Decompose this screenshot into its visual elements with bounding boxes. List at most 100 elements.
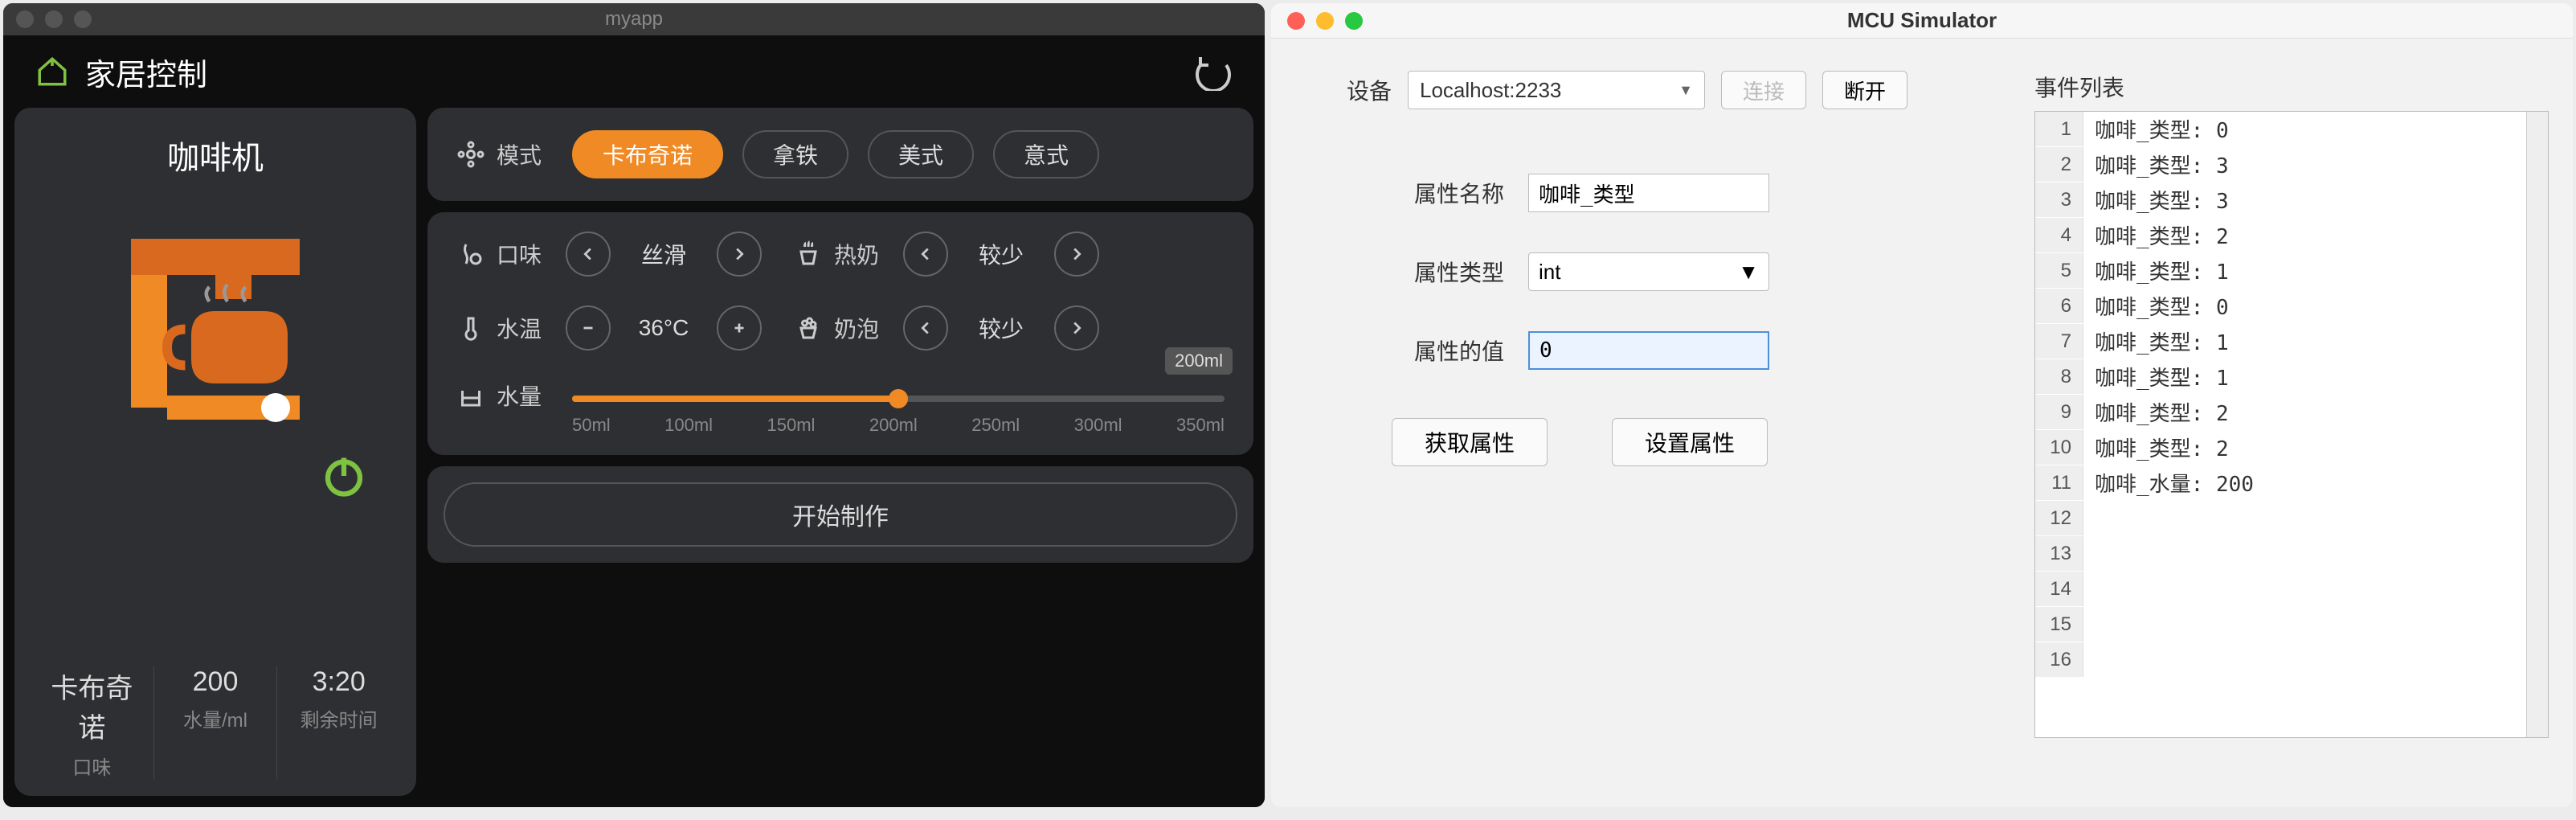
max-dot[interactable] bbox=[1345, 12, 1363, 30]
event-row[interactable]: 4咖啡_类型: 2 bbox=[2035, 218, 2548, 253]
attr-type-label: 属性类型 bbox=[1392, 256, 1504, 288]
event-row[interactable]: 7咖啡_类型: 1 bbox=[2035, 324, 2548, 359]
event-row-text: 咖啡_类型: 1 bbox=[2083, 256, 2229, 285]
attr-val-input[interactable] bbox=[1528, 331, 1769, 370]
event-row-text: 咖啡_类型: 2 bbox=[2083, 220, 2229, 250]
milk-control: 热奶 较少 bbox=[794, 232, 1099, 277]
event-row-number: 13 bbox=[2035, 536, 2083, 571]
device-name: 咖啡机 bbox=[167, 132, 264, 178]
event-row-text: 咖啡_类型: 0 bbox=[2083, 291, 2229, 321]
back-icon[interactable] bbox=[1194, 52, 1233, 91]
event-row-number: 16 bbox=[2035, 642, 2083, 677]
event-row-text: 咖啡_类型: 3 bbox=[2083, 150, 2229, 179]
coffee-machine-icon bbox=[95, 203, 336, 444]
event-row-number: 9 bbox=[2035, 395, 2083, 429]
temp-minus[interactable] bbox=[566, 305, 611, 351]
milk-value: 较少 bbox=[961, 238, 1041, 270]
form-area: 设备 Localhost:2233 ▼ 连接 断开 属性名称 属性类型 int bbox=[1295, 71, 2010, 775]
temp-value: 36°C bbox=[624, 315, 704, 341]
stat-flavor: 卡布奇诺 口味 bbox=[31, 666, 153, 780]
event-row[interactable]: 9咖啡_类型: 2 bbox=[2035, 395, 2548, 430]
connect-button[interactable]: 连接 bbox=[1721, 71, 1806, 109]
event-row-text: 咖啡_类型: 1 bbox=[2083, 326, 2229, 356]
set-attr-button[interactable]: 设置属性 bbox=[1612, 418, 1768, 466]
events-panel: 事件列表 1咖啡_类型: 02咖啡_类型: 33咖啡_类型: 34咖啡_类型: … bbox=[2034, 71, 2549, 775]
close-dot[interactable] bbox=[16, 10, 34, 28]
water-icon bbox=[456, 381, 485, 410]
milk-prev[interactable] bbox=[903, 232, 948, 277]
home-title: 家居控制 bbox=[35, 50, 207, 94]
temp-plus[interactable] bbox=[717, 305, 762, 351]
slider-thumb[interactable] bbox=[889, 389, 908, 408]
event-row-number: 11 bbox=[2035, 465, 2083, 500]
milk-next[interactable] bbox=[1054, 232, 1099, 277]
traffic-lights bbox=[16, 10, 92, 28]
taste-next[interactable] bbox=[717, 232, 762, 277]
attr-name-input[interactable] bbox=[1528, 174, 1769, 212]
foam-next[interactable] bbox=[1054, 305, 1099, 351]
foam-control: 奶泡 较少 bbox=[794, 305, 1099, 351]
events-title: 事件列表 bbox=[2034, 71, 2549, 103]
controls-panel: 口味 丝滑 热奶 较少 bbox=[427, 212, 1253, 455]
foam-value: 较少 bbox=[961, 312, 1041, 344]
myapp-window: myapp 家居控制 咖啡机 bbox=[3, 3, 1265, 807]
foam-icon bbox=[794, 314, 823, 342]
event-row-number: 2 bbox=[2035, 147, 2083, 182]
taste-prev[interactable] bbox=[566, 232, 611, 277]
event-row[interactable]: 5咖啡_类型: 1 bbox=[2035, 253, 2548, 289]
mode-cappuccino[interactable]: 卡布奇诺 bbox=[572, 130, 723, 178]
events-list[interactable]: 1咖啡_类型: 02咖啡_类型: 33咖啡_类型: 34咖啡_类型: 25咖啡_… bbox=[2034, 111, 2549, 738]
get-attr-button[interactable]: 获取属性 bbox=[1392, 418, 1548, 466]
slider-ticks: 50ml 100ml 150ml 200ml 250ml 300ml 350ml bbox=[572, 415, 1225, 436]
event-row[interactable]: 15 bbox=[2035, 607, 2548, 642]
max-dot[interactable] bbox=[74, 10, 92, 28]
chevron-down-icon: ▼ bbox=[1738, 260, 1759, 285]
event-row[interactable]: 13 bbox=[2035, 536, 2548, 572]
mode-americano[interactable]: 美式 bbox=[868, 130, 974, 178]
event-row[interactable]: 16 bbox=[2035, 642, 2548, 678]
event-row-number: 6 bbox=[2035, 289, 2083, 323]
water-slider-row: 水量 200ml 50ml 100ml 150ml bbox=[456, 379, 1225, 436]
device-select[interactable]: Localhost:2233 ▼ bbox=[1408, 71, 1705, 109]
home-icon bbox=[35, 55, 69, 88]
min-dot[interactable] bbox=[1316, 12, 1334, 30]
mode-icon bbox=[456, 140, 485, 169]
device-card: 咖啡机 bbox=[14, 108, 416, 796]
event-row[interactable]: 10咖啡_类型: 2 bbox=[2035, 430, 2548, 465]
event-row-text: 咖啡_水量: 200 bbox=[2083, 468, 2254, 498]
event-row[interactable]: 11咖啡_水量: 200 bbox=[2035, 465, 2548, 501]
milk-icon bbox=[794, 240, 823, 269]
event-row[interactable]: 6咖啡_类型: 0 bbox=[2035, 289, 2548, 324]
disconnect-button[interactable]: 断开 bbox=[1822, 71, 1907, 109]
event-row-text: 咖啡_类型: 0 bbox=[2083, 114, 2229, 144]
event-row[interactable]: 2咖啡_类型: 3 bbox=[2035, 147, 2548, 182]
mode-espresso[interactable]: 意式 bbox=[993, 130, 1099, 178]
mode-latte[interactable]: 拿铁 bbox=[742, 130, 848, 178]
titlebar: myapp bbox=[3, 3, 1265, 35]
mcu-simulator-window: MCU Simulator 设备 Localhost:2233 ▼ 连接 断开 … bbox=[1271, 3, 2573, 807]
event-row[interactable]: 14 bbox=[2035, 572, 2548, 607]
stat-water: 200 水量/ml bbox=[153, 666, 277, 780]
event-row[interactable]: 1咖啡_类型: 0 bbox=[2035, 112, 2548, 147]
event-row[interactable]: 12 bbox=[2035, 501, 2548, 536]
slider-tooltip: 200ml bbox=[1165, 347, 1233, 375]
min-dot[interactable] bbox=[45, 10, 63, 28]
stat-time: 3:20 剩余时间 bbox=[276, 666, 400, 780]
attr-name-label: 属性名称 bbox=[1392, 177, 1504, 209]
event-row-number: 3 bbox=[2035, 182, 2083, 217]
power-button[interactable] bbox=[320, 452, 368, 504]
event-row[interactable]: 8咖啡_类型: 1 bbox=[2035, 359, 2548, 395]
chevron-down-icon: ▼ bbox=[1678, 82, 1693, 99]
event-row-text: 咖啡_类型: 2 bbox=[2083, 433, 2229, 462]
start-button[interactable]: 开始制作 bbox=[444, 482, 1237, 547]
attr-type-select[interactable]: int ▼ bbox=[1528, 252, 1769, 291]
event-row-number: 10 bbox=[2035, 430, 2083, 465]
water-slider[interactable] bbox=[572, 396, 1225, 402]
foam-prev[interactable] bbox=[903, 305, 948, 351]
event-row-number: 7 bbox=[2035, 324, 2083, 359]
event-row[interactable]: 3咖啡_类型: 3 bbox=[2035, 182, 2548, 218]
taste-control: 口味 丝滑 bbox=[456, 232, 762, 277]
mode-label: 模式 bbox=[456, 138, 553, 170]
close-dot[interactable] bbox=[1287, 12, 1305, 30]
event-row-text: 咖啡_类型: 2 bbox=[2083, 397, 2229, 427]
